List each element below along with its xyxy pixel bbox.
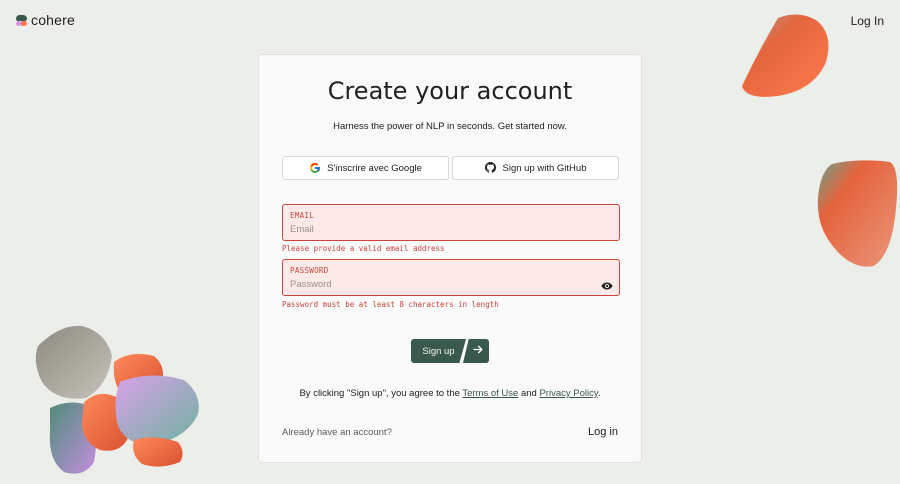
- decorative-shape-orange-right: [817, 160, 898, 267]
- email-input[interactable]: [289, 222, 591, 236]
- already-have-account-text: Already have an account?: [282, 427, 392, 438]
- google-signup-button[interactable]: S'inscrire avec Google: [282, 156, 449, 180]
- password-field[interactable]: PASSWORD: [282, 259, 620, 296]
- terms-notice: By clicking "Sign up", you agree to the …: [259, 388, 641, 399]
- signup-arrow-button[interactable]: [463, 339, 489, 363]
- header-login-link[interactable]: Log In: [851, 14, 884, 28]
- decorative-shape-cluster: [35, 325, 199, 474]
- privacy-policy-link[interactable]: Privacy Policy: [539, 388, 597, 399]
- google-icon: [309, 162, 321, 174]
- password-error-message: Password must be at least 8 characters i…: [282, 300, 499, 309]
- terms-of-use-link[interactable]: Terms of Use: [462, 388, 518, 399]
- github-signup-label: Sign up with GitHub: [502, 162, 587, 174]
- card-login-link[interactable]: Log in: [588, 426, 618, 438]
- github-signup-button[interactable]: Sign up with GitHub: [452, 156, 619, 180]
- decorative-shape-orange-top: [742, 14, 829, 97]
- terms-middle: and: [518, 388, 540, 399]
- password-input[interactable]: [289, 277, 591, 291]
- brand-name: cohere: [31, 12, 76, 28]
- email-field[interactable]: EMAIL: [282, 204, 620, 241]
- terms-suffix: .: [597, 388, 601, 399]
- signup-card: Create your account Harness the power of…: [258, 54, 642, 463]
- cohere-logo[interactable]: cohere: [16, 12, 75, 28]
- page-subtitle: Harness the power of NLP in seconds. Get…: [333, 121, 567, 132]
- cohere-logo-icon: [16, 14, 27, 26]
- arrow-right-icon: [472, 345, 483, 357]
- signup-button-group: Sign up: [411, 339, 489, 363]
- page-title: Create your account: [327, 77, 573, 105]
- google-signup-label: S'inscrire avec Google: [327, 162, 422, 174]
- oauth-buttons: S'inscrire avec Google Sign up with GitH…: [282, 156, 619, 180]
- terms-prefix: By clicking "Sign up", you agree to the: [299, 388, 463, 399]
- github-icon: [484, 162, 497, 174]
- password-field-label: PASSWORD: [290, 266, 329, 275]
- email-field-label: EMAIL: [290, 211, 315, 220]
- eye-icon[interactable]: [601, 277, 613, 290]
- email-error-message: Please provide a valid email address: [282, 244, 445, 253]
- signup-button[interactable]: Sign up: [411, 339, 466, 363]
